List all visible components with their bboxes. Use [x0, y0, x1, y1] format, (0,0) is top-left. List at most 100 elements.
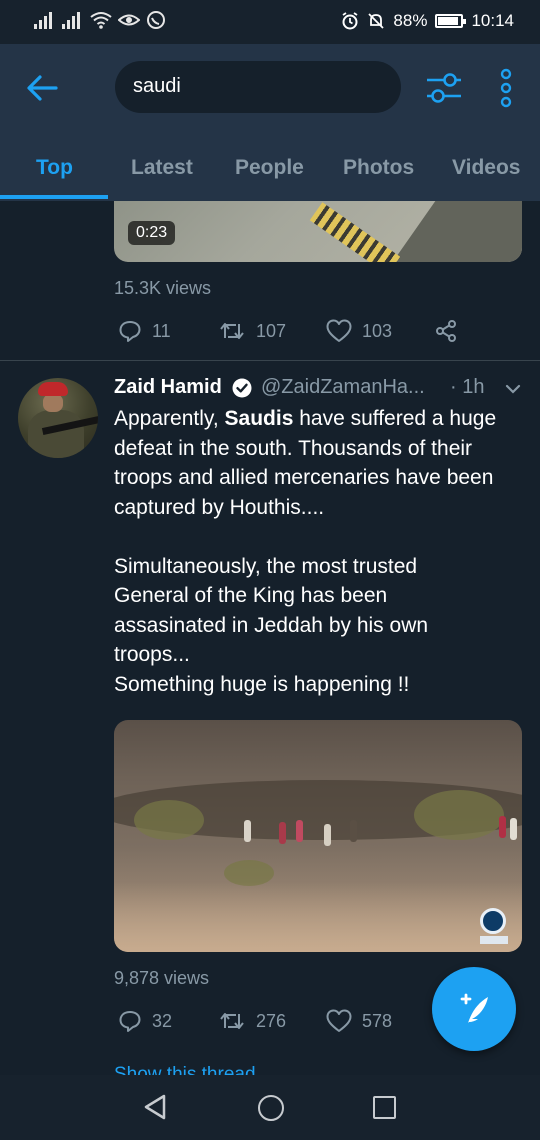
- reply-button[interactable]: 32: [118, 1006, 172, 1036]
- status-icons-left: [34, 10, 166, 30]
- highlighted-keyword: Saudis: [224, 407, 294, 430]
- clock: 10:14: [471, 11, 514, 30]
- search-query-text: saudi: [133, 75, 181, 97]
- compose-tweet-button[interactable]: [432, 967, 516, 1051]
- tweet-line: captured by Houthis....: [114, 495, 325, 519]
- like-icon: [326, 1009, 352, 1032]
- tweet-line: General of the King has been: [114, 584, 388, 607]
- battery-percent: 88%: [393, 11, 428, 30]
- view-count-2: 9,878 views: [114, 968, 210, 988]
- press-tv-logo: [480, 908, 508, 944]
- press-tv-logo-mark: [480, 908, 506, 934]
- nav-home-icon[interactable]: [258, 1095, 284, 1121]
- tweet-line: assasinated in Jeddah by his own: [114, 613, 429, 637]
- signal-icon-2: [62, 11, 84, 29]
- search-header: saudi Top Latest People Photos Videos: [0, 44, 540, 201]
- video-frame-figure: [510, 818, 517, 840]
- video-frame-figure: [244, 820, 251, 842]
- press-tv-logo-text: [480, 936, 508, 944]
- avatar-face: [43, 394, 63, 412]
- like-button[interactable]: 103: [326, 316, 392, 346]
- nav-back-icon[interactable]: [142, 1093, 168, 1121]
- tweet-line-blank: [114, 522, 524, 552]
- reply-icon: [119, 321, 141, 342]
- like-count: 103: [362, 320, 393, 341]
- tweet-line: troops...: [114, 643, 190, 666]
- tweet-text-segment: have suffered a huge: [293, 407, 497, 430]
- video-frame-figure: [499, 816, 506, 838]
- video-frame-shrub: [134, 800, 204, 840]
- tweet-line: troops and allied mercenaries have been: [114, 466, 494, 489]
- more-vertical-icon[interactable]: [496, 68, 516, 108]
- status-bar: 88% 10:14: [0, 0, 540, 44]
- system-navigation-bar: [0, 1075, 540, 1140]
- retweet-icon: [220, 1013, 244, 1029]
- tab-people[interactable]: People: [235, 156, 304, 180]
- video-frame-foreground: [114, 882, 522, 952]
- retweet-button[interactable]: 276: [218, 1006, 286, 1036]
- search-tabs: Top Latest People Photos Videos: [0, 142, 540, 201]
- video-frame-shrub: [414, 790, 504, 840]
- chevron-down-icon[interactable]: [504, 380, 522, 398]
- view-count: 15.3K views: [114, 278, 212, 298]
- compose-tweet-icon: [460, 993, 488, 1023]
- tweet-video-thumbnail-2[interactable]: [114, 720, 522, 952]
- retweet-button[interactable]: 107: [218, 316, 286, 346]
- status-icons-right: 88% 10:14: [341, 11, 514, 31]
- like-count: 578: [362, 1010, 393, 1031]
- tab-latest[interactable]: Latest: [131, 156, 193, 180]
- avatar[interactable]: [18, 378, 98, 458]
- verified-icon: [232, 378, 252, 398]
- whatsapp-icon: [147, 11, 165, 29]
- battery-icon: [435, 14, 467, 28]
- tweet-time: · 1h: [450, 376, 485, 398]
- video-frame-figure: [350, 820, 357, 842]
- tweet-text: Apparently, Saudis have suffered a huge …: [114, 404, 524, 699]
- tweet-actions-2: 32 276 578: [114, 1006, 474, 1036]
- retweet-count: 107: [256, 320, 287, 341]
- tweet-line: defeat in the south. Thousands of their: [114, 436, 473, 460]
- back-arrow-icon[interactable]: [22, 72, 62, 104]
- video-frame-figure: [296, 820, 303, 842]
- reply-count: 32: [152, 1010, 173, 1031]
- reply-count: 11: [152, 320, 171, 341]
- tab-photos[interactable]: Photos: [343, 156, 414, 180]
- video-duration: 0:23: [128, 221, 176, 245]
- tweet-actions: 11 107 103: [114, 316, 474, 346]
- reply-icon: [119, 1011, 141, 1032]
- tab-top[interactable]: Top: [36, 156, 73, 180]
- app-screen: 88% 10:14 saudi Top Latest People Photos…: [0, 0, 540, 1140]
- nav-recents-icon[interactable]: [373, 1096, 396, 1119]
- reply-button[interactable]: 11: [118, 316, 171, 346]
- alarm-icon: [342, 12, 358, 30]
- mute-icon: [368, 13, 385, 29]
- display-name[interactable]: Zaid Hamid: [114, 376, 222, 399]
- tweet-text-segment: Apparently,: [114, 407, 225, 430]
- avatar-beret: [38, 382, 68, 396]
- tweet-divider: [0, 360, 540, 361]
- filter-icon[interactable]: [424, 70, 464, 106]
- wifi-icon: [90, 12, 112, 29]
- tab-videos[interactable]: Videos: [452, 156, 520, 180]
- like-button[interactable]: 578: [326, 1006, 392, 1036]
- tweet-line: Apparently, Saudis have suffered a huge: [114, 404, 524, 434]
- video-frame-road: [392, 201, 522, 262]
- signal-icon: [34, 11, 56, 29]
- user-handle[interactable]: @ZaidZamanHa...: [261, 376, 425, 399]
- share-button[interactable]: [434, 316, 458, 346]
- video-frame-figure: [279, 822, 286, 844]
- video-frame-figure: [324, 824, 331, 846]
- like-icon: [326, 319, 352, 342]
- retweet-icon: [220, 323, 244, 339]
- active-tab-indicator: [0, 195, 108, 199]
- eye-icon: [118, 14, 140, 26]
- tweet-line: Something huge is happening !!: [114, 672, 410, 696]
- avatar-body: [28, 410, 84, 458]
- retweet-count: 276: [256, 1010, 287, 1031]
- tweet-header: Zaid Hamid @ZaidZamanHa... · 1h: [114, 376, 524, 402]
- tweet-line: Simultaneously, the most trusted: [114, 554, 418, 578]
- video-frame-road-marking: [309, 202, 401, 262]
- share-icon: [436, 320, 456, 342]
- search-input[interactable]: saudi: [115, 61, 401, 113]
- tweet-video-thumbnail[interactable]: 0:23: [114, 201, 522, 262]
